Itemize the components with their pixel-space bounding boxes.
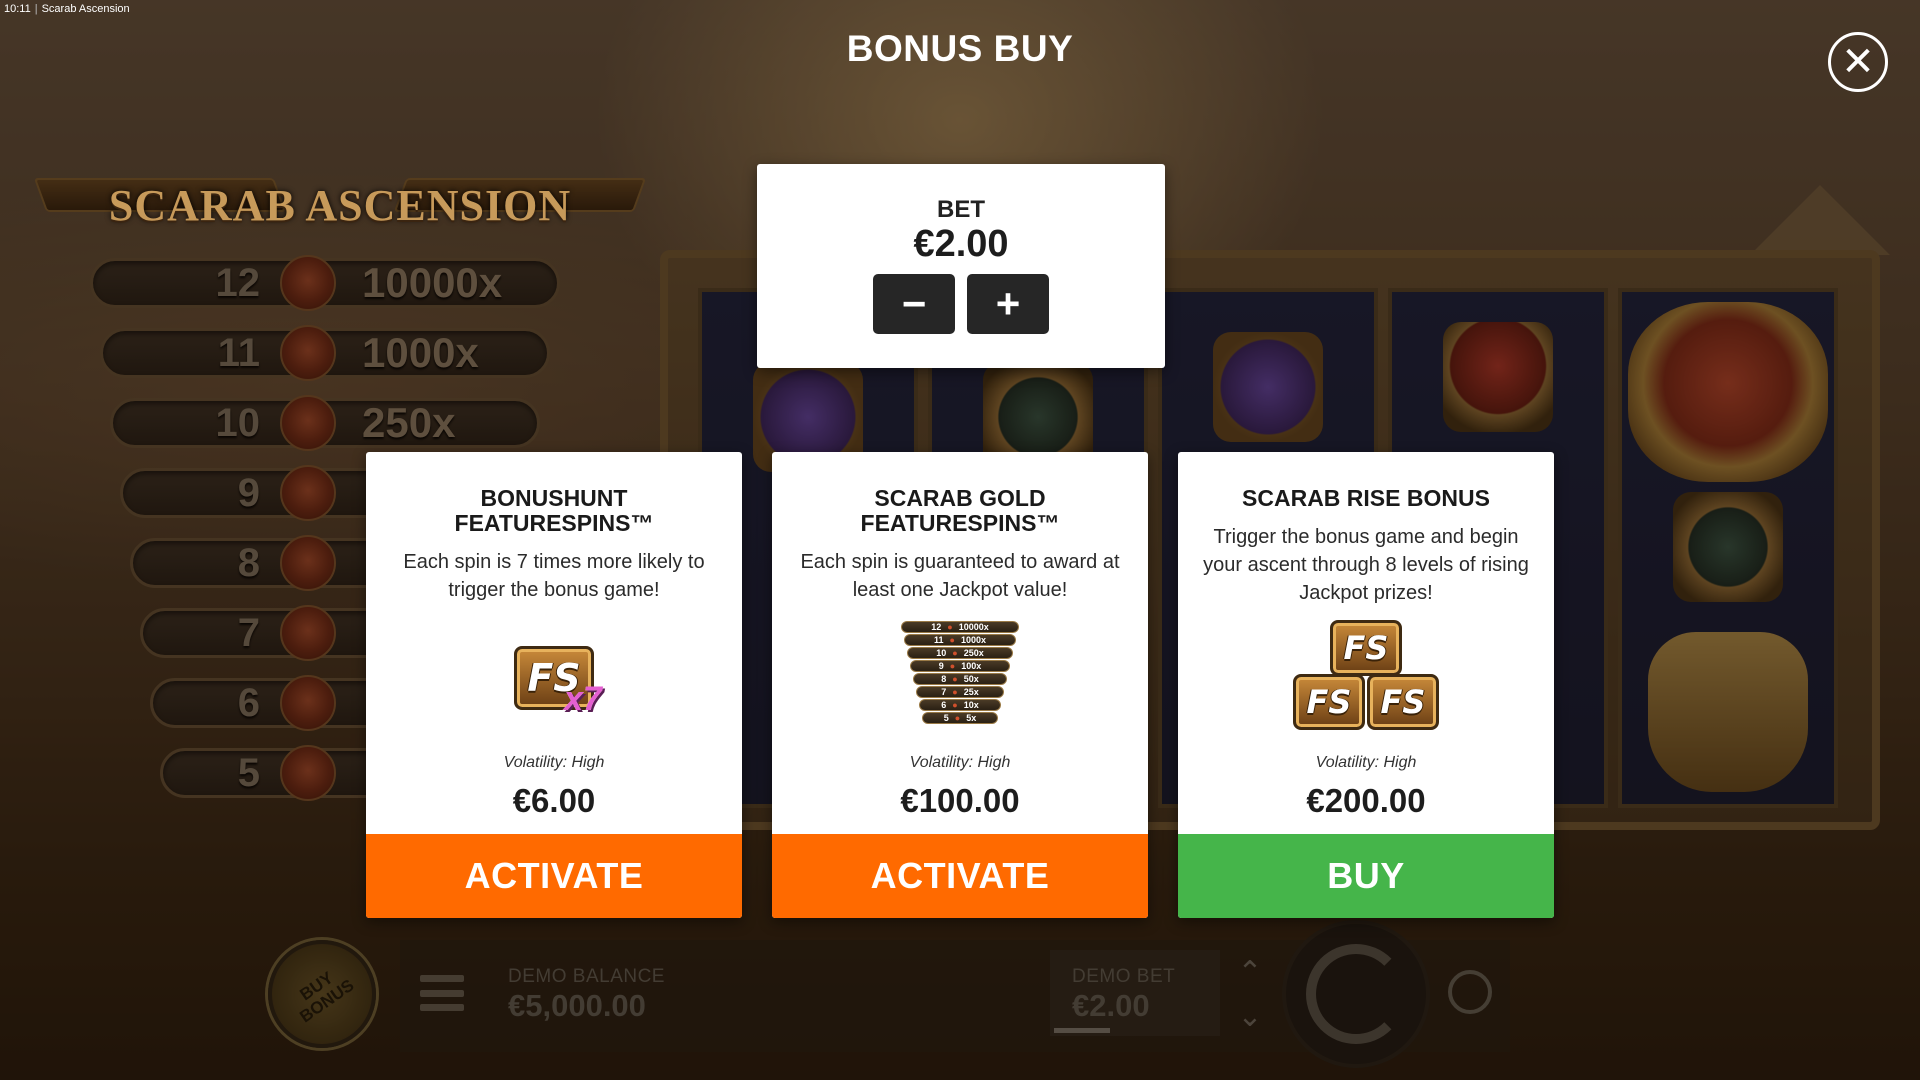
mini-scarab-icon: ● [949,661,956,671]
mini-rung-multiplier: 100x [961,661,982,671]
fs-stack-art: FS FS FS [1178,620,1554,730]
mini-scarab-icon: ● [947,622,953,632]
fs-x7-art: FS x7 [366,646,742,718]
activate-button[interactable]: ACTIVATE [366,834,742,918]
card-price: €200.00 [1306,782,1426,819]
card-volatility: Volatility: High [1315,754,1417,771]
modal-title: BONUS BUY [846,28,1074,69]
card-price: €100.00 [900,782,1020,819]
card-price: €6.00 [512,782,596,819]
mini-ladder-rung: 8 ● 50x [913,673,1007,685]
mini-rung-multiplier: 25x [963,687,979,697]
mini-rung-level: 12 [931,622,942,632]
fs-tile-icon: FS [1293,674,1365,730]
close-icon: ✕ [1841,40,1875,84]
mini-ladder-rung: 11 ● 1000x [904,634,1016,646]
card-volatility: Volatility: High [909,754,1011,771]
fs-tile-row: FS FS [1293,674,1439,730]
card-title-line1: SCARAB RISE BONUS [1242,485,1490,511]
mini-ladder-rung: 5 ● 5x [922,712,998,724]
mini-scarab-icon: ● [952,648,958,658]
card-description: Each spin is guaranteed to award at leas… [800,551,1120,601]
card-title-line1: SCARAB GOLD [874,485,1046,511]
bet-decrease-button[interactable]: − [873,274,955,334]
card-description: Each spin is 7 times more likely to trig… [403,551,705,601]
mini-ladder-rung: 10 ● 250x [907,647,1013,659]
card-title: SCARAB RISE BONUS [1178,486,1554,511]
status-bar: 10:11 | Scarab Ascension [4,3,130,15]
status-title: Scarab Ascension [41,3,130,15]
bonus-card-scarab-gold: SCARAB GOLD FEATURESPINS™ Each spin is g… [772,452,1148,918]
mini-jackpot-ladder: 12 ● 10000x 11 ● 1000x 10 ● 250x 9 ● 100x 8 ● 50x 7 ● 25x… [901,620,1019,725]
mini-ladder-rung: 7 ● 25x [916,686,1004,698]
mini-rung-multiplier: 50x [963,674,979,684]
mini-scarab-icon: ● [952,674,958,684]
mini-scarab-icon: ● [954,713,961,723]
mini-rung-level: 6 [941,700,947,710]
card-volatility: Volatility: High [503,754,605,771]
mini-ladder-rung: 9 ● 100x [910,660,1010,672]
card-title-line2: FEATURESPINS™ [454,510,654,536]
fs-tile-icon: FS [1330,620,1402,676]
card-title: BONUSHUNT FEATURESPINS™ [366,486,742,536]
mini-rung-multiplier: 10x [963,700,979,710]
bet-amount: €2.00 [913,223,1009,265]
card-description: Trigger the bonus game and begin your as… [1203,526,1529,604]
mini-rung-level: 10 [936,648,947,658]
mini-rung-multiplier: 250x [963,648,984,658]
activate-button[interactable]: ACTIVATE [772,834,1148,918]
bet-label: BET [937,196,985,223]
bonus-card-scarab-rise: SCARAB RISE BONUS Trigger the bonus game… [1178,452,1554,918]
mini-rung-level: 11 [934,635,944,645]
mini-rung-multiplier: 10000x [958,622,989,632]
x7-badge: x7 [564,680,602,718]
mini-rung-level: 8 [941,674,947,684]
mini-rung-level: 9 [938,661,944,671]
mini-ladder-rung: 6 ● 10x [919,699,1001,711]
mini-scarab-icon: ● [949,635,955,645]
card-title-line1: BONUSHUNT [480,485,628,511]
mini-rung-level: 5 [943,713,949,723]
fs-tile-icon: FS [1367,674,1439,730]
mini-scarab-icon: ● [952,700,958,710]
bet-panel: BET €2.00 − + [757,164,1165,368]
mini-rung-multiplier: 5x [966,713,977,723]
mini-ladder-rung: 12 ● 10000x [901,621,1019,633]
buy-button[interactable]: BUY [1178,834,1554,918]
mini-rung-level: 7 [941,687,947,697]
mini-ladder-art: 12 ● 10000x 11 ● 1000x 10 ● 250x 9 ● 100x 8 ● 50x 7 ● 25x… [772,620,1148,725]
mini-scarab-icon: ● [952,687,958,697]
card-title-line2: FEATURESPINS™ [860,510,1060,536]
bet-increase-button[interactable]: + [967,274,1049,334]
bonus-card-bonushunt: BONUSHUNT FEATURESPINS™ Each spin is 7 t… [366,452,742,918]
game-logo-text: SCARAB ASCENSION [108,180,572,230]
card-title: SCARAB GOLD FEATURESPINS™ [772,486,1148,536]
mini-rung-multiplier: 1000x [960,635,986,645]
status-time: 10:11 [4,3,31,15]
close-button[interactable]: ✕ [1828,32,1888,92]
